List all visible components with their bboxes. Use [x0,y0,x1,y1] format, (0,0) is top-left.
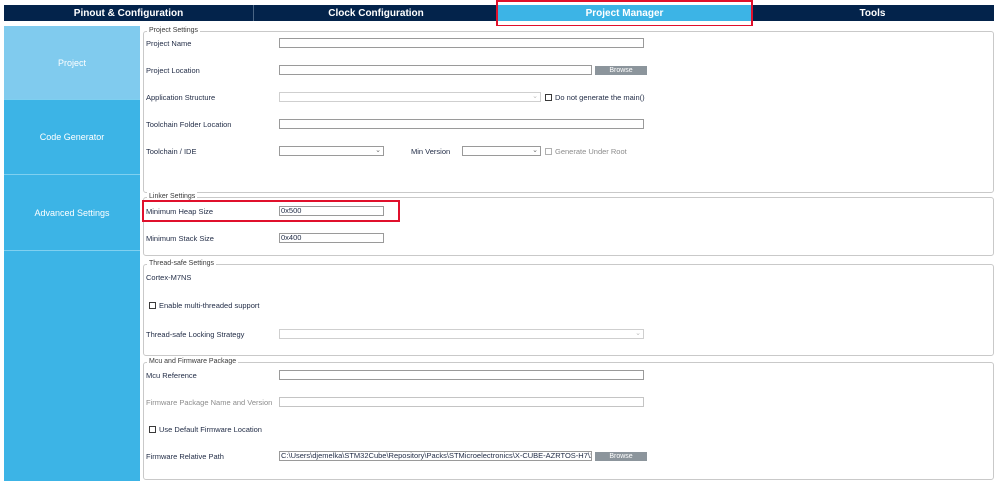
tab-label: Tools [859,7,886,19]
browse-button[interactable]: Browse [595,66,647,75]
sidebar-item-label: Advanced Settings [34,207,110,218]
locking-strategy-label: Thread-safe Locking Strategy [146,330,245,339]
tab-pinout-configuration[interactable]: Pinout & Configuration [4,5,253,21]
chevron-down-icon: ⌄ [375,147,381,154]
project-location-input[interactable] [279,65,592,75]
group-title: Linker Settings [147,192,198,202]
mcu-reference-input[interactable] [279,370,644,380]
firmware-package-label: Firmware Package Name and Version [146,398,273,407]
generate-under-root-checkbox[interactable] [545,148,552,155]
toolchain-folder-input[interactable] [279,119,644,129]
firmware-package-input[interactable] [279,397,644,407]
sidebar: Project Code Generator Advanced Settings [4,26,140,481]
enable-multithreaded-checkbox[interactable] [149,302,156,309]
do-not-generate-main-checkbox[interactable] [545,94,552,101]
enable-multithreaded-label: Enable multi-threaded support [159,301,260,310]
minimum-heap-size-input[interactable]: 0x500 [279,206,384,216]
tab-label: Pinout & Configuration [73,7,184,19]
min-version-select[interactable]: ⌄ [462,146,541,156]
generate-under-root-label: Generate Under Root [555,147,627,156]
project-location-label: Project Location [146,66,200,75]
use-default-location-checkbox[interactable] [149,426,156,433]
top-tab-bar: Pinout & Configuration Clock Configurati… [0,0,998,25]
minimum-stack-size-label: Minimum Stack Size [146,234,214,243]
chevron-down-icon: ⌄ [635,330,641,337]
application-structure-label: Application Structure [146,93,216,102]
toolchain-folder-label: Toolchain Folder Location [146,120,232,129]
chevron-down-icon: ⌄ [532,93,538,100]
sidebar-item-project[interactable]: Project [4,26,140,100]
tab-project-manager[interactable]: Project Manager [498,5,751,21]
minimum-stack-size-input[interactable]: 0x400 [279,233,384,243]
tab-tools[interactable]: Tools [751,5,994,21]
firmware-path-input[interactable]: C:\Users\djemelka\STM32Cube\Repository\P… [279,451,592,461]
use-default-location-label: Use Default Firmware Location [159,425,262,434]
linker-settings-group: Linker Settings Minimum Heap Size 0x500 … [143,192,994,256]
toolchain-ide-select[interactable]: ⌄ [279,146,384,156]
group-title: Thread-safe Settings [147,259,216,269]
minimum-heap-size-label: Minimum Heap Size [146,207,214,216]
sidebar-item-code-generator[interactable]: Code Generator [4,100,140,175]
chevron-down-icon: ⌄ [532,147,538,154]
mcu-reference-label: Mcu Reference [146,371,197,380]
application-structure-select[interactable]: ⌄ [279,92,541,102]
firmware-browse-button[interactable]: Browse [595,452,647,461]
do-not-generate-main-label: Do not generate the main() [555,93,645,102]
sidebar-item-advanced-settings[interactable]: Advanced Settings [4,175,140,251]
group-title: Project Settings [147,26,201,36]
project-settings-panel: Project Settings Project Name Project Lo… [140,26,998,481]
sidebar-item-label: Code Generator [39,132,105,142]
sidebar-item-label: Project [57,57,86,68]
min-version-label: Min Version [411,147,451,156]
tab-clock-configuration[interactable]: Clock Configuration [254,5,498,21]
group-title: Mcu and Firmware Package [147,357,239,367]
project-name-label: Project Name [146,39,192,48]
mcu-firmware-group: Mcu and Firmware Package Mcu Reference F… [143,357,994,480]
thread-safe-settings-group: Thread-safe Settings Cortex-M7NS Enable … [143,259,994,356]
locking-strategy-select[interactable]: ⌄ [279,329,644,339]
project-settings-group: Project Settings Project Name Project Lo… [143,26,994,193]
tab-label: Project Manager [585,7,664,19]
toolchain-ide-label: Toolchain / IDE [146,147,197,156]
firmware-path-label: Firmware Relative Path [146,452,224,461]
tab-label: Clock Configuration [328,7,424,19]
project-name-input[interactable] [279,38,644,48]
core-label: Cortex-M7NS [146,273,192,282]
